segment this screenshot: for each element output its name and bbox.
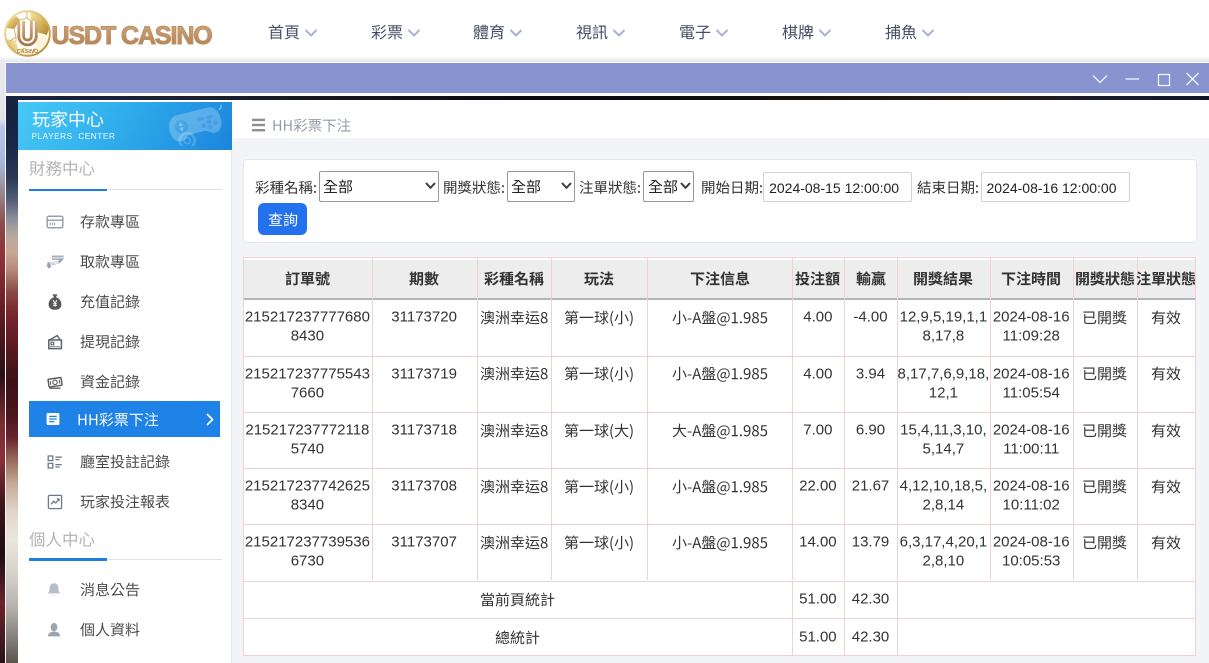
svg-text:CASINO: CASINO bbox=[17, 49, 39, 55]
